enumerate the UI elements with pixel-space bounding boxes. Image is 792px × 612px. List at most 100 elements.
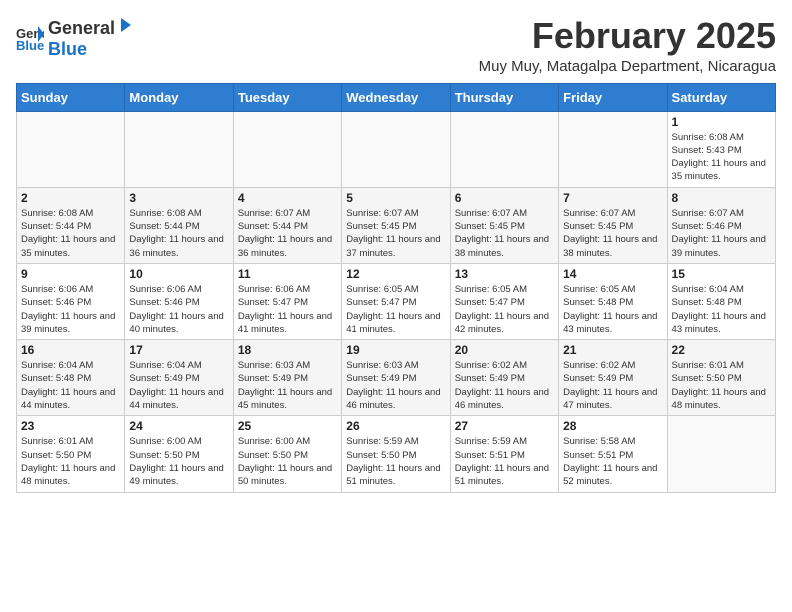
day-info: Sunrise: 6:08 AM Sunset: 5:43 PM Dayligh… bbox=[672, 131, 771, 184]
calendar-header-thursday: Thursday bbox=[450, 83, 558, 111]
calendar-day-cell bbox=[17, 111, 125, 187]
calendar-day-cell: 14 Sunrise: 6:05 AM Sunset: 5:48 PM Dayli… bbox=[559, 263, 667, 339]
day-info: Sunrise: 5:59 AM Sunset: 5:51 PM Dayligh… bbox=[455, 435, 554, 488]
day-number: 19 bbox=[346, 343, 445, 357]
day-number: 4 bbox=[238, 191, 337, 205]
day-info: Sunrise: 6:02 AM Sunset: 5:49 PM Dayligh… bbox=[563, 359, 662, 412]
calendar-day-cell bbox=[450, 111, 558, 187]
month-title: February 2025 bbox=[479, 16, 776, 56]
calendar-day-cell: 19 Sunrise: 6:03 AM Sunset: 5:49 PM Dayli… bbox=[342, 340, 450, 416]
calendar-day-cell: 16 Sunrise: 6:04 AM Sunset: 5:48 PM Dayli… bbox=[17, 340, 125, 416]
calendar-day-cell bbox=[667, 416, 775, 492]
day-number: 12 bbox=[346, 267, 445, 281]
day-info: Sunrise: 6:00 AM Sunset: 5:50 PM Dayligh… bbox=[238, 435, 337, 488]
calendar-header-wednesday: Wednesday bbox=[342, 83, 450, 111]
calendar-day-cell: 4 Sunrise: 6:07 AM Sunset: 5:44 PM Daylig… bbox=[233, 187, 341, 263]
calendar-header-tuesday: Tuesday bbox=[233, 83, 341, 111]
calendar-day-cell: 27 Sunrise: 5:59 AM Sunset: 5:51 PM Dayli… bbox=[450, 416, 558, 492]
calendar-week-row: 1Sunrise: 6:08 AM Sunset: 5:43 PM Daylig… bbox=[17, 111, 776, 187]
calendar-day-cell: 13 Sunrise: 6:05 AM Sunset: 5:47 PM Dayli… bbox=[450, 263, 558, 339]
day-number: 15 bbox=[672, 267, 771, 281]
day-number: 24 bbox=[129, 419, 228, 433]
day-info: Sunrise: 6:01 AM Sunset: 5:50 PM Dayligh… bbox=[21, 435, 120, 488]
calendar-header-sunday: Sunday bbox=[17, 83, 125, 111]
day-number: 18 bbox=[238, 343, 337, 357]
day-info: Sunrise: 6:04 AM Sunset: 5:48 PM Dayligh… bbox=[672, 283, 771, 336]
calendar-day-cell: 5Sunrise: 6:07 AM Sunset: 5:45 PM Daylig… bbox=[342, 187, 450, 263]
svg-text:Blue: Blue bbox=[16, 38, 44, 52]
day-number: 27 bbox=[455, 419, 554, 433]
calendar-header-saturday: Saturday bbox=[667, 83, 775, 111]
day-number: 11 bbox=[238, 267, 337, 281]
day-info: Sunrise: 6:06 AM Sunset: 5:46 PM Dayligh… bbox=[129, 283, 228, 336]
calendar-day-cell bbox=[342, 111, 450, 187]
day-info: Sunrise: 6:03 AM Sunset: 5:49 PM Dayligh… bbox=[346, 359, 445, 412]
day-info: Sunrise: 6:07 AM Sunset: 5:45 PM Dayligh… bbox=[455, 207, 554, 260]
calendar-header-friday: Friday bbox=[559, 83, 667, 111]
day-number: 14 bbox=[563, 267, 662, 281]
day-info: Sunrise: 6:08 AM Sunset: 5:44 PM Dayligh… bbox=[129, 207, 228, 260]
day-info: Sunrise: 6:05 AM Sunset: 5:48 PM Dayligh… bbox=[563, 283, 662, 336]
day-number: 3 bbox=[129, 191, 228, 205]
day-info: Sunrise: 6:06 AM Sunset: 5:47 PM Dayligh… bbox=[238, 283, 337, 336]
logo-blue-text: Blue bbox=[48, 39, 133, 60]
day-number: 9 bbox=[21, 267, 120, 281]
calendar-day-cell: 2 Sunrise: 6:08 AM Sunset: 5:44 PM Daylig… bbox=[17, 187, 125, 263]
day-number: 26 bbox=[346, 419, 445, 433]
day-info: Sunrise: 6:04 AM Sunset: 5:48 PM Dayligh… bbox=[21, 359, 120, 412]
day-number: 5 bbox=[346, 191, 445, 205]
calendar-week-row: 16 Sunrise: 6:04 AM Sunset: 5:48 PM Dayli… bbox=[17, 340, 776, 416]
day-number: 25 bbox=[238, 419, 337, 433]
calendar-day-cell: 28 Sunrise: 5:58 AM Sunset: 5:51 PM Dayli… bbox=[559, 416, 667, 492]
day-number: 6 bbox=[455, 191, 554, 205]
calendar-day-cell: 18 Sunrise: 6:03 AM Sunset: 5:49 PM Dayli… bbox=[233, 340, 341, 416]
calendar-day-cell: 12 Sunrise: 6:05 AM Sunset: 5:47 PM Dayli… bbox=[342, 263, 450, 339]
day-number: 16 bbox=[21, 343, 120, 357]
calendar-week-row: 2 Sunrise: 6:08 AM Sunset: 5:44 PM Daylig… bbox=[17, 187, 776, 263]
calendar-day-cell: 20Sunrise: 6:02 AM Sunset: 5:49 PM Dayli… bbox=[450, 340, 558, 416]
calendar-day-cell: 8Sunrise: 6:07 AM Sunset: 5:46 PM Daylig… bbox=[667, 187, 775, 263]
day-info: Sunrise: 6:05 AM Sunset: 5:47 PM Dayligh… bbox=[455, 283, 554, 336]
calendar-day-cell: 1Sunrise: 6:08 AM Sunset: 5:43 PM Daylig… bbox=[667, 111, 775, 187]
day-number: 17 bbox=[129, 343, 228, 357]
day-info: Sunrise: 5:58 AM Sunset: 5:51 PM Dayligh… bbox=[563, 435, 662, 488]
calendar-day-cell: 26 Sunrise: 5:59 AM Sunset: 5:50 PM Dayli… bbox=[342, 416, 450, 492]
calendar-day-cell: 9 Sunrise: 6:06 AM Sunset: 5:46 PM Daylig… bbox=[17, 263, 125, 339]
calendar-day-cell: 10 Sunrise: 6:06 AM Sunset: 5:46 PM Dayli… bbox=[125, 263, 233, 339]
calendar-day-cell bbox=[233, 111, 341, 187]
calendar-day-cell: 23 Sunrise: 6:01 AM Sunset: 5:50 PM Dayli… bbox=[17, 416, 125, 492]
day-number: 10 bbox=[129, 267, 228, 281]
day-info: Sunrise: 6:05 AM Sunset: 5:47 PM Dayligh… bbox=[346, 283, 445, 336]
day-info: Sunrise: 6:03 AM Sunset: 5:49 PM Dayligh… bbox=[238, 359, 337, 412]
day-info: Sunrise: 5:59 AM Sunset: 5:50 PM Dayligh… bbox=[346, 435, 445, 488]
header: General Blue General Blue February 2025 … bbox=[16, 16, 776, 75]
calendar-table: SundayMondayTuesdayWednesdayThursdayFrid… bbox=[16, 83, 776, 493]
calendar-day-cell: 3 Sunrise: 6:08 AM Sunset: 5:44 PM Daylig… bbox=[125, 187, 233, 263]
day-number: 28 bbox=[563, 419, 662, 433]
day-info: Sunrise: 6:04 AM Sunset: 5:49 PM Dayligh… bbox=[129, 359, 228, 412]
day-info: Sunrise: 6:02 AM Sunset: 5:49 PM Dayligh… bbox=[455, 359, 554, 412]
day-number: 13 bbox=[455, 267, 554, 281]
day-number: 2 bbox=[21, 191, 120, 205]
calendar-day-cell: 6 Sunrise: 6:07 AM Sunset: 5:45 PM Daylig… bbox=[450, 187, 558, 263]
calendar-week-row: 23 Sunrise: 6:01 AM Sunset: 5:50 PM Dayli… bbox=[17, 416, 776, 492]
logo-icon: General Blue bbox=[16, 24, 44, 52]
day-number: 23 bbox=[21, 419, 120, 433]
day-info: Sunrise: 6:07 AM Sunset: 5:44 PM Dayligh… bbox=[238, 207, 337, 260]
calendar-day-cell: 7Sunrise: 6:07 AM Sunset: 5:45 PM Daylig… bbox=[559, 187, 667, 263]
day-info: Sunrise: 6:06 AM Sunset: 5:46 PM Dayligh… bbox=[21, 283, 120, 336]
title-area: February 2025 Muy Muy, Matagalpa Departm… bbox=[479, 16, 776, 75]
day-info: Sunrise: 6:07 AM Sunset: 5:46 PM Dayligh… bbox=[672, 207, 771, 260]
day-number: 21 bbox=[563, 343, 662, 357]
day-info: Sunrise: 6:00 AM Sunset: 5:50 PM Dayligh… bbox=[129, 435, 228, 488]
logo-general-text: General bbox=[48, 18, 115, 39]
day-info: Sunrise: 6:07 AM Sunset: 5:45 PM Dayligh… bbox=[563, 207, 662, 260]
day-info: Sunrise: 6:08 AM Sunset: 5:44 PM Dayligh… bbox=[21, 207, 120, 260]
calendar-day-cell: 17 Sunrise: 6:04 AM Sunset: 5:49 PM Dayli… bbox=[125, 340, 233, 416]
calendar-day-cell: 11 Sunrise: 6:06 AM Sunset: 5:47 PM Dayli… bbox=[233, 263, 341, 339]
logo-chevron-icon bbox=[115, 16, 133, 34]
calendar-day-cell bbox=[125, 111, 233, 187]
calendar-header-monday: Monday bbox=[125, 83, 233, 111]
calendar-header-row: SundayMondayTuesdayWednesdayThursdayFrid… bbox=[17, 83, 776, 111]
calendar-day-cell: 24 Sunrise: 6:00 AM Sunset: 5:50 PM Dayli… bbox=[125, 416, 233, 492]
